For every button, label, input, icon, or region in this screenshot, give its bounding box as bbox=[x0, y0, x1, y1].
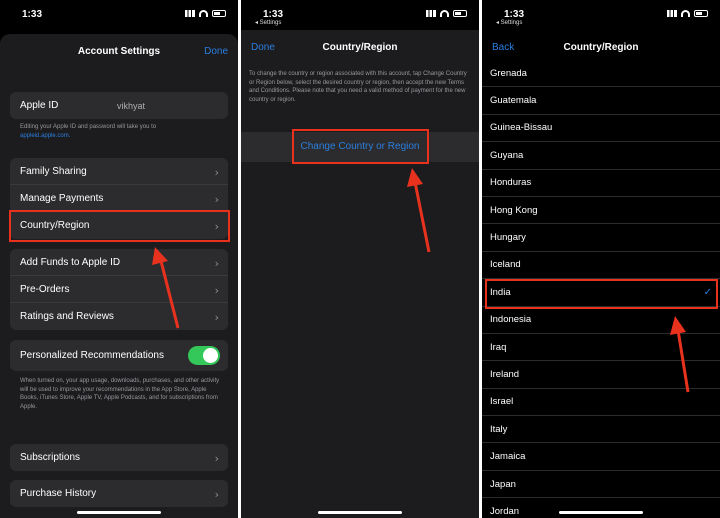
pointer-arrow bbox=[152, 247, 180, 329]
account-settings-screen: 1:33 Account Settings Done Apple ID vikh… bbox=[0, 0, 238, 518]
country-region-screen: 1:33 ◂ Settings Done Country/Region To c… bbox=[241, 0, 479, 518]
country-picker-screen: 1:33 ◂ Settings Back Country/Region Gren… bbox=[482, 0, 720, 518]
pointer-arrow bbox=[670, 316, 690, 393]
pointer-arrow bbox=[407, 168, 431, 253]
